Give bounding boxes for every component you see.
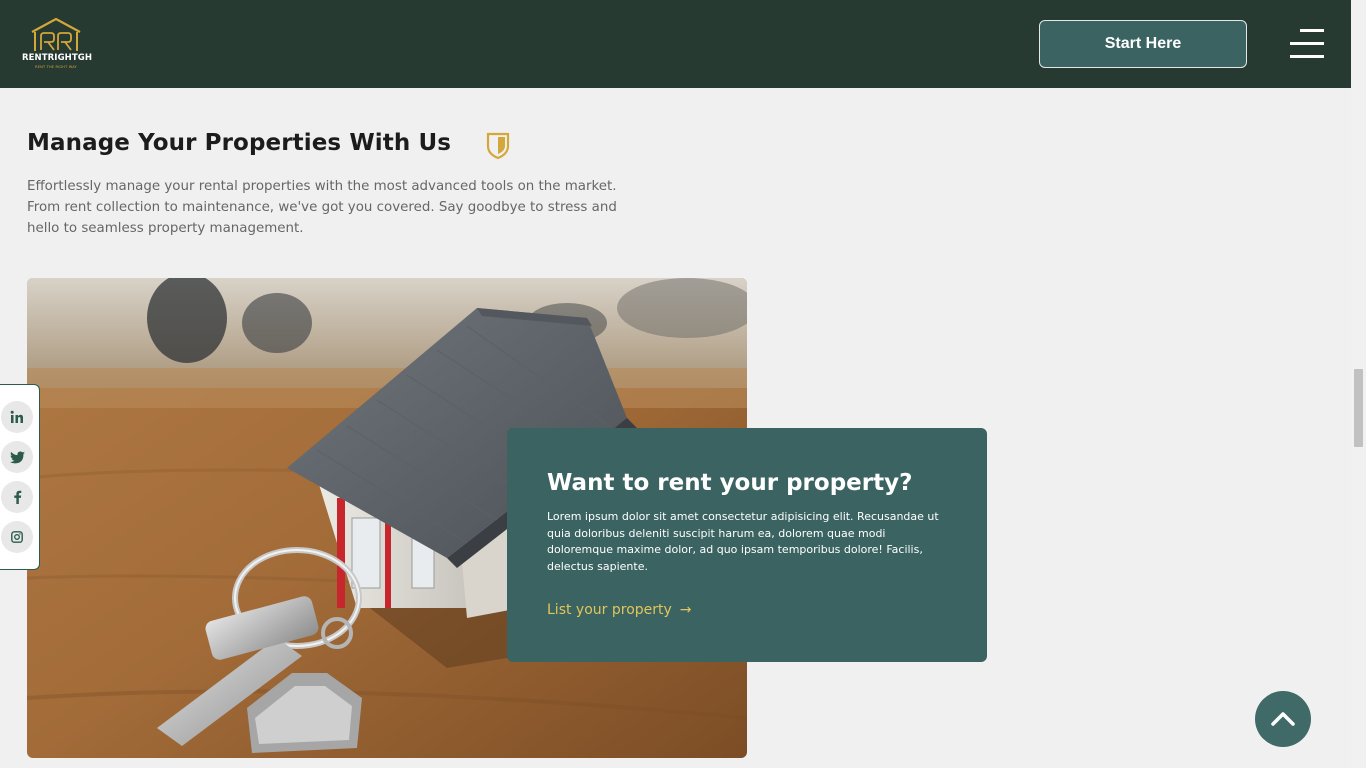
list-property-link[interactable]: List your property → (547, 602, 692, 618)
facebook-icon[interactable] (1, 481, 33, 513)
start-here-button[interactable]: Start Here (1039, 20, 1247, 68)
instagram-icon[interactable] (1, 521, 33, 553)
back-to-top-button[interactable] (1255, 691, 1311, 747)
logo[interactable]: RENTRIGHTGH RENT THE RIGHT WAY (22, 16, 92, 72)
twitter-icon[interactable] (1, 441, 33, 473)
rent-property-card: Want to rent your property? Lorem ipsum … (507, 428, 987, 662)
site-header: RENTRIGHTGH RENT THE RIGHT WAY Start Her… (0, 0, 1351, 88)
logo-tagline: RENT THE RIGHT WAY (35, 65, 77, 69)
scrollbar-thumb[interactable] (1354, 369, 1363, 447)
page-scrollbar[interactable] (1351, 0, 1366, 768)
shield-icon (486, 132, 510, 160)
section-title: Manage Your Properties With Us (27, 130, 452, 156)
chevron-up-icon (1271, 712, 1295, 726)
card-title: Want to rent your property? (547, 470, 913, 496)
section-title-row: Manage Your Properties With Us (27, 130, 451, 156)
hamburger-menu-icon[interactable] (1290, 28, 1324, 60)
linkedin-icon[interactable] (1, 401, 33, 433)
arrow-right-icon: → (679, 602, 692, 618)
list-property-label[interactable]: List your property (547, 602, 672, 618)
house-logo-icon (31, 17, 81, 51)
card-body: Lorem ipsum dolor sit amet consectetur a… (547, 510, 939, 573)
section-description: Effortlessly manage your rental properti… (27, 179, 617, 236)
logo-text: RENTRIGHTGH (22, 53, 93, 63)
social-sidebar (0, 384, 40, 570)
